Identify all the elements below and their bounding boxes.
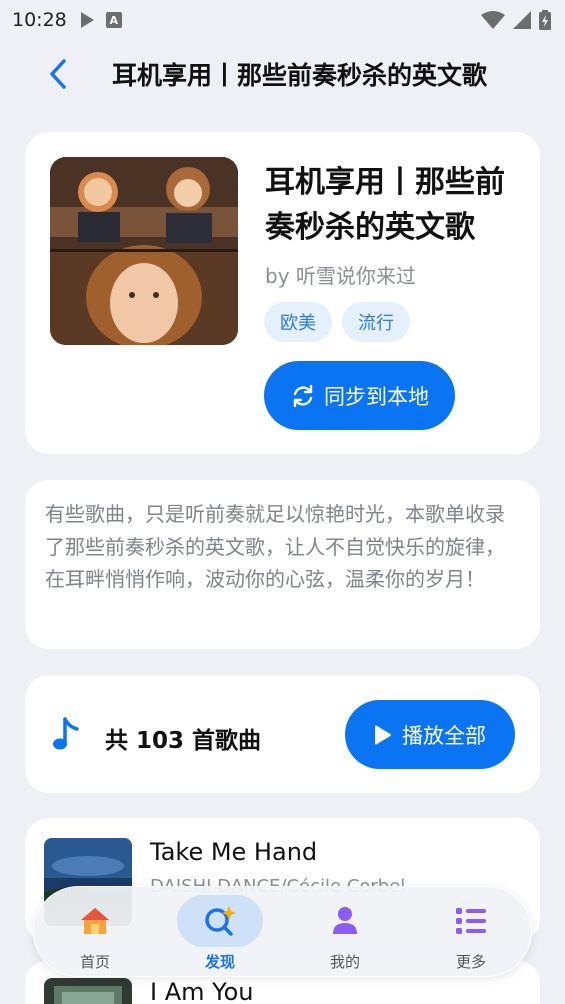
song-count-card: 共 103 首歌曲 播放全部	[25, 675, 540, 793]
back-button[interactable]	[38, 54, 78, 94]
tag-chip[interactable]: 流行	[342, 302, 410, 342]
sync-icon	[293, 384, 313, 407]
bottom-navigation: 首页 发现 我的 更多	[33, 886, 532, 977]
signal-icon	[513, 11, 531, 29]
song-title: Take Me Hand	[150, 838, 318, 866]
description-card: 有些歌曲，只是听前奏就足以惊艳时光，本歌单收录了那些前奏秒杀的英文歌，让人不自觉…	[25, 480, 540, 649]
playlist-cover-image	[50, 157, 238, 345]
nav-item-discover[interactable]: 发现	[177, 895, 263, 973]
nav-icon-wrapper	[52, 895, 138, 947]
nav-label: 首页	[79, 953, 110, 971]
battery-icon	[539, 10, 551, 30]
nav-item-home[interactable]: 首页	[52, 895, 138, 973]
page-title: 耳机享用丨那些前奏秒杀的英文歌	[112, 61, 488, 90]
nav-item-more[interactable]: 更多	[428, 895, 514, 973]
nav-label: 发现	[204, 953, 235, 971]
music-note-icon	[53, 717, 79, 750]
sync-button-label: 同步到本地	[324, 384, 429, 409]
play-all-label: 播放全部	[402, 723, 486, 748]
tag-chip[interactable]: 欧美	[264, 302, 332, 342]
person-icon	[333, 907, 357, 934]
home-icon	[81, 908, 109, 934]
nav-label: 我的	[329, 953, 360, 971]
discover-icon	[205, 906, 236, 936]
playlist-info-card: 耳机享用丨那些前奏秒杀的英文歌 by 听雪说你来过 欧美 流行 同步到本地	[25, 132, 540, 454]
media-playing-icon	[80, 12, 94, 28]
tag-list: 欧美 流行	[264, 302, 410, 342]
app-notification-icon: A	[105, 12, 122, 28]
playlist-name: 耳机享用丨那些前奏秒杀的英文歌	[265, 165, 505, 245]
status-system-icons	[481, 10, 551, 30]
chevron-left-icon	[50, 59, 66, 89]
song-cover-image	[44, 978, 132, 1004]
playlist-description: 有些歌曲，只是听前奏就足以惊艳时光，本歌单收录了那些前奏秒杀的英文歌，让人不自觉…	[45, 502, 505, 591]
nav-icon-wrapper	[302, 895, 388, 947]
status-notification-icons: A	[80, 12, 122, 28]
nav-icon-wrapper	[177, 895, 263, 947]
status-time: 10:28	[12, 9, 67, 31]
nav-icon-wrapper	[428, 895, 514, 947]
song-title: I Am You	[150, 978, 254, 1004]
play-icon	[375, 725, 391, 744]
nav-item-mine[interactable]: 我的	[302, 895, 388, 973]
nav-label: 更多	[455, 953, 486, 971]
sync-to-local-button[interactable]: 同步到本地	[264, 361, 455, 430]
wifi-icon	[481, 11, 505, 29]
playlist-author: by 听雪说你来过	[265, 264, 416, 288]
more-list-icon	[456, 908, 486, 934]
header: 耳机享用丨那些前奏秒杀的英文歌	[0, 48, 565, 100]
play-all-button[interactable]: 播放全部	[345, 700, 515, 769]
status-bar: 10:28 A	[0, 0, 565, 40]
song-count-label: 共 103 首歌曲	[105, 728, 262, 754]
